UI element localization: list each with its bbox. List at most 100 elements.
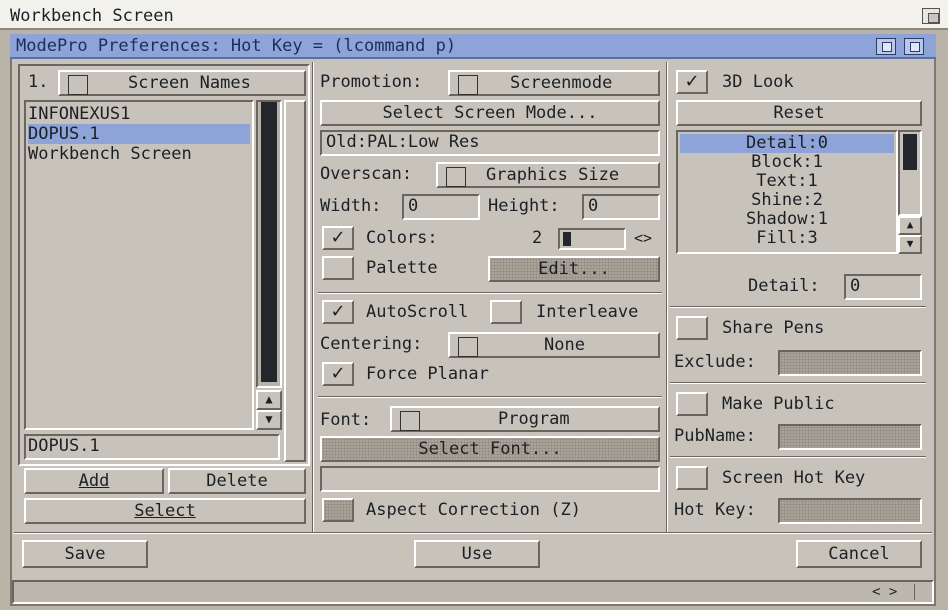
- save-button[interactable]: Save: [22, 540, 148, 568]
- screen-title: Workbench Screen: [10, 6, 174, 26]
- edit-palette-button[interactable]: Edit...: [488, 256, 660, 282]
- screen-name-field[interactable]: DOPUS.1: [24, 434, 280, 460]
- pens-list[interactable]: Detail:0 Block:1 Text:1 Shine:2 Shadow:1…: [676, 130, 898, 254]
- hotkey-field[interactable]: [778, 498, 922, 524]
- horizontal-scrollbar[interactable]: [12, 580, 934, 604]
- scroll-down-icon[interactable]: ▼: [256, 410, 282, 430]
- add-button[interactable]: Add: [24, 468, 164, 494]
- separator: [14, 532, 932, 534]
- autoscroll-checkbox[interactable]: ✓: [322, 300, 354, 324]
- horizontal-scroll-arrows[interactable]: < >: [872, 584, 897, 600]
- separator: [670, 456, 926, 458]
- height-label: Height:: [488, 196, 560, 216]
- use-button[interactable]: Use: [414, 540, 540, 568]
- colors-slider[interactable]: [558, 228, 626, 250]
- colors-checkbox[interactable]: ✓: [322, 226, 354, 250]
- reset-button[interactable]: Reset: [676, 100, 922, 126]
- select-font-button[interactable]: Select Font...: [320, 436, 660, 462]
- zoom-gadget-icon[interactable]: [876, 38, 896, 55]
- screen-hotkey-label: Screen Hot Key: [722, 468, 866, 488]
- pens-scroll-knob[interactable]: [903, 134, 917, 170]
- select-button[interactable]: Select: [24, 498, 306, 524]
- interleave-checkbox[interactable]: [490, 300, 522, 324]
- overscan-cycle[interactable]: Graphics Size: [436, 162, 660, 188]
- column-divider: [312, 62, 314, 532]
- share-pens-checkbox[interactable]: [676, 316, 708, 340]
- pen-item[interactable]: Block:1: [680, 153, 894, 172]
- height-field[interactable]: 0: [582, 194, 660, 220]
- resize-gadget-icon[interactable]: [914, 584, 930, 600]
- separator: [318, 396, 662, 398]
- pubname-field[interactable]: [778, 424, 922, 450]
- cancel-button[interactable]: Cancel: [796, 540, 922, 568]
- palette-checkbox[interactable]: [322, 256, 354, 280]
- cycle-icon: [446, 167, 466, 187]
- force-planar-label: Force Planar: [366, 364, 489, 384]
- list-item[interactable]: INFONEXUS1: [28, 104, 250, 124]
- left-column-divider: [284, 100, 306, 462]
- screen-names-list[interactable]: INFONEXUS1 DOPUS.1 Workbench Screen: [24, 100, 254, 430]
- share-pens-label: Share Pens: [722, 318, 825, 338]
- pens-up-icon[interactable]: ▲: [898, 216, 922, 235]
- pen-item[interactable]: Shine:2: [680, 191, 894, 210]
- screen-names-cycle-label: Screen Names: [128, 73, 251, 93]
- pubname-label: PubName:: [674, 426, 756, 446]
- list-scroll-knob[interactable]: [261, 102, 277, 382]
- aspect-correction-checkbox[interactable]: [322, 498, 354, 522]
- cycle-icon: [400, 411, 420, 431]
- width-field[interactable]: 0: [402, 194, 480, 220]
- font-display: [320, 466, 660, 492]
- pens-scrollbar[interactable]: [898, 130, 922, 216]
- cycle-icon: [458, 75, 478, 95]
- centering-value: None: [544, 335, 585, 355]
- pens-down-icon[interactable]: ▼: [898, 235, 922, 254]
- 3d-look-checkbox[interactable]: ✓: [676, 70, 708, 94]
- screen-hotkey-checkbox[interactable]: [676, 466, 708, 490]
- 3d-look-label: 3D Look: [722, 72, 794, 92]
- palette-label: Palette: [366, 258, 438, 278]
- overscan-value: Graphics Size: [486, 165, 620, 185]
- screen-names-cycle[interactable]: Screen Names: [58, 70, 306, 96]
- promotion-label: Promotion:: [320, 72, 423, 92]
- scroll-up-icon[interactable]: ▲: [256, 390, 282, 410]
- font-cycle[interactable]: Program: [390, 406, 660, 432]
- overscan-label: Overscan:: [320, 164, 413, 184]
- force-planar-checkbox[interactable]: ✓: [322, 362, 354, 386]
- mode-display: Old:PAL:Low Res: [320, 130, 660, 156]
- centering-label: Centering:: [320, 334, 423, 354]
- width-label: Width:: [320, 196, 382, 216]
- window-depth-icon[interactable]: [904, 38, 924, 55]
- delete-button[interactable]: Delete: [168, 468, 306, 494]
- pen-item[interactable]: Fill:3: [680, 229, 894, 248]
- list-item[interactable]: Workbench Screen: [28, 144, 250, 164]
- exclude-label: Exclude:: [674, 352, 756, 372]
- separator: [670, 306, 926, 308]
- interleave-label: Interleave: [536, 302, 639, 322]
- pen-item[interactable]: Shadow:1: [680, 210, 894, 229]
- separator: [318, 292, 662, 294]
- promotion-cycle[interactable]: Screenmode: [448, 70, 660, 96]
- cycle-icon: [68, 75, 88, 95]
- separator: [670, 382, 926, 384]
- detail-label: Detail:: [748, 276, 820, 296]
- colors-arrows[interactable]: <>: [634, 228, 652, 248]
- pen-item[interactable]: Text:1: [680, 172, 894, 191]
- list-scrollbar[interactable]: [256, 100, 282, 388]
- make-public-checkbox[interactable]: [676, 392, 708, 416]
- colors-label: Colors:: [366, 228, 438, 248]
- select-screen-mode-button[interactable]: Select Screen Mode...: [320, 100, 660, 126]
- colors-slider-knob[interactable]: [563, 232, 571, 246]
- autoscroll-label: AutoScroll: [366, 302, 469, 322]
- detail-field[interactable]: 0: [844, 274, 922, 300]
- column-divider: [666, 62, 668, 532]
- window-title: ModePro Preferences: Hot Key = (lcommand…: [16, 36, 457, 56]
- aspect-correction-label: Aspect Correction (Z): [366, 500, 581, 520]
- centering-cycle[interactable]: None: [448, 332, 660, 358]
- list-number: 1.: [28, 72, 49, 92]
- pen-item-selected[interactable]: Detail:0: [680, 134, 894, 153]
- window-title-bar[interactable]: ModePro Preferences: Hot Key = (lcommand…: [10, 34, 936, 59]
- screen-depth-icon[interactable]: [922, 8, 940, 24]
- exclude-field[interactable]: [778, 350, 922, 376]
- promotion-value: Screenmode: [510, 73, 613, 93]
- list-item-selected[interactable]: DOPUS.1: [28, 124, 250, 144]
